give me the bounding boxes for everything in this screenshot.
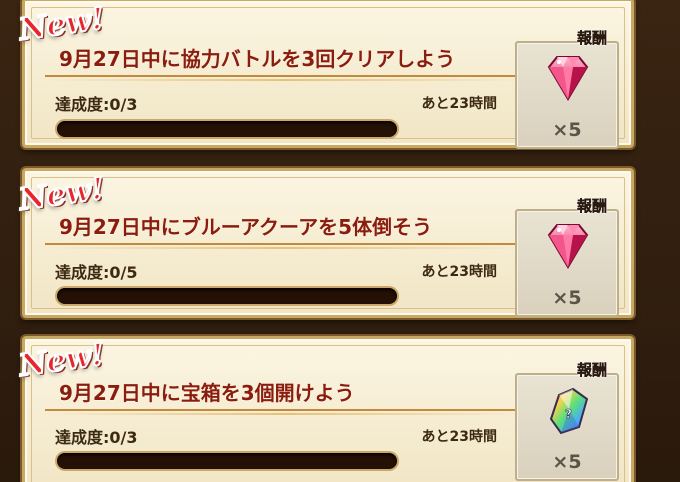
rainbow-crystal-icon: ?	[539, 385, 597, 435]
mission-list: New! 9月27日中に協力バトルを3回クリアしよう 達成度:0/3 あと23時…	[0, 0, 680, 482]
mission-title-bar: 9月27日中にブルーアクーアを5体倒そう	[45, 209, 523, 249]
reward-quantity: ×5	[552, 287, 582, 309]
mission-card[interactable]: New! 9月27日中に協力バトルを3回クリアしよう 達成度:0/3 あと23時…	[16, 0, 634, 149]
mission-title-bar: 9月27日中に協力バトルを3回クリアしよう	[45, 41, 523, 81]
progress-label: 達成度:0/3	[55, 95, 138, 114]
mission-card[interactable]: New! 9月27日中にブルーアクーアを5体倒そう 達成度:0/5 あと23時間	[16, 168, 634, 318]
time-remaining: あと23時間	[421, 429, 497, 445]
mission-card[interactable]: New! 9月27日中に宝箱を3個開けよう 達成度:0/3 あと23時間 ? ×…	[16, 336, 634, 482]
reward-box[interactable]: ? ×5	[515, 373, 619, 481]
reward-quantity: ×5	[552, 451, 582, 473]
reward-label: 報酬	[576, 29, 607, 47]
progress-bar	[57, 121, 397, 137]
progress-label: 達成度:0/5	[55, 263, 138, 282]
svg-text:?: ?	[565, 407, 572, 421]
reward-label: 報酬	[576, 197, 607, 215]
mission-title-bar: 9月27日中に宝箱を3個開けよう	[45, 375, 523, 415]
time-remaining: あと23時間	[421, 264, 497, 280]
reward-label: 報酬	[576, 361, 607, 379]
pink-gem-icon	[539, 221, 597, 271]
reward-quantity: ×5	[552, 119, 582, 141]
reward-box[interactable]: ×5	[515, 209, 619, 317]
time-remaining: あと23時間	[421, 96, 497, 112]
mission-title: 9月27日中に協力バトルを3回クリアしよう	[59, 47, 456, 71]
mission-title: 9月27日中に宝箱を3個開けよう	[59, 381, 355, 405]
mission-title: 9月27日中にブルーアクーアを5体倒そう	[59, 215, 433, 239]
reward-box[interactable]: ×5	[515, 41, 619, 149]
progress-bar	[57, 288, 397, 304]
progress-label: 達成度:0/3	[55, 428, 138, 447]
progress-bar	[57, 453, 397, 469]
pink-gem-icon	[539, 53, 597, 103]
